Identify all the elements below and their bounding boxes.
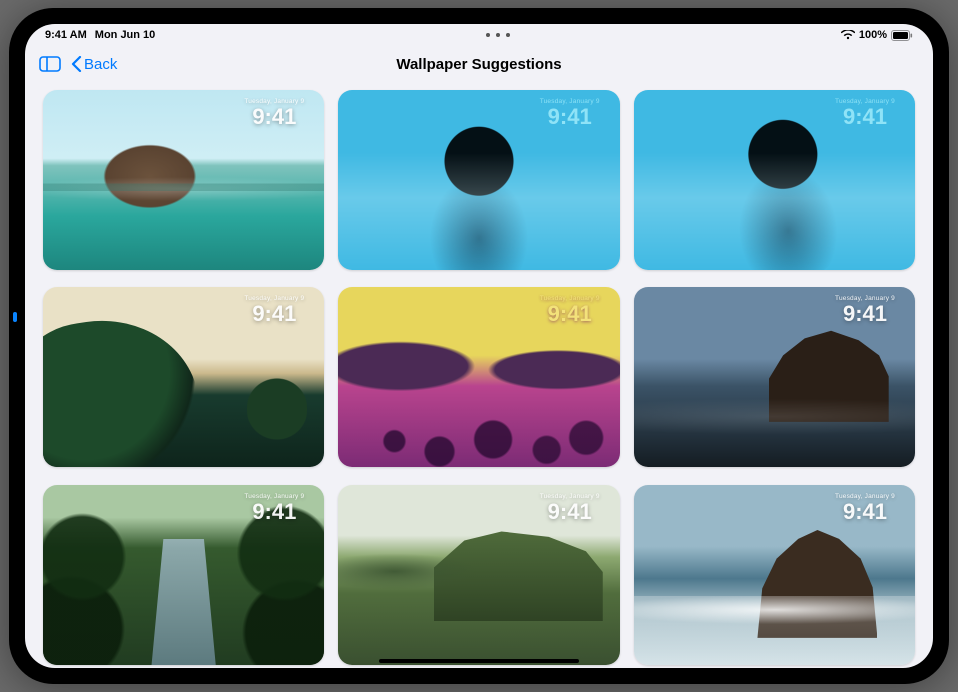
lockscreen-time: 9:41 [244, 501, 304, 523]
lockscreen-time: 9:41 [540, 501, 600, 523]
status-left: 9:41 AM Mon Jun 10 [45, 29, 155, 41]
wallpaper-tile-sea-stack-dark[interactable]: Tuesday, January 99:41 [634, 287, 915, 467]
lockscreen-clock-overlay: Tuesday, January 99:41 [244, 493, 304, 523]
lockscreen-clock-overlay: Tuesday, January 99:41 [540, 493, 600, 523]
home-indicator[interactable] [379, 659, 579, 663]
status-right: 100% [841, 29, 913, 41]
lockscreen-time: 9:41 [835, 501, 895, 523]
lockscreen-date: Tuesday, January 9 [244, 98, 304, 105]
lockscreen-date: Tuesday, January 9 [540, 493, 600, 500]
lockscreen-date: Tuesday, January 9 [540, 295, 600, 302]
lockscreen-time: 9:41 [540, 106, 600, 128]
lockscreen-date: Tuesday, January 9 [835, 98, 895, 105]
wallpaper-tile-highlands-cliff[interactable]: Tuesday, January 99:41 [338, 485, 619, 665]
page-title: Wallpaper Suggestions [25, 56, 933, 73]
screen: 9:41 AM Mon Jun 10 100% [25, 24, 933, 668]
lockscreen-clock-overlay: Tuesday, January 99:41 [835, 295, 895, 325]
lockscreen-date: Tuesday, January 9 [540, 98, 600, 105]
multitask-dots-icon[interactable] [486, 33, 510, 37]
nav-bar: Back Wallpaper Suggestions [25, 46, 933, 82]
back-button[interactable]: Back [71, 56, 117, 73]
lockscreen-time: 9:41 [540, 303, 600, 325]
wallpaper-tile-mountain-lagoon[interactable]: Tuesday, January 99:41 [43, 90, 324, 270]
wallpaper-tile-portrait-cyan-1[interactable]: Tuesday, January 99:41 [338, 90, 619, 270]
wallpaper-tile-sea-rock-surf[interactable]: Tuesday, January 99:41 [634, 485, 915, 665]
lockscreen-clock-overlay: Tuesday, January 99:41 [244, 295, 304, 325]
wallpaper-tile-portrait-cyan-2[interactable]: Tuesday, January 99:41 [634, 90, 915, 270]
lockscreen-date: Tuesday, January 9 [835, 295, 895, 302]
lockscreen-clock-overlay: Tuesday, January 99:41 [244, 98, 304, 128]
lockscreen-time: 9:41 [244, 106, 304, 128]
lockscreen-time: 9:41 [244, 303, 304, 325]
back-label: Back [84, 56, 117, 73]
wifi-icon [841, 30, 855, 40]
wallpaper-tile-beach-duotone[interactable]: Tuesday, January 99:41 [338, 287, 619, 467]
bezel-indicator [13, 312, 17, 322]
wallpaper-tile-jungle-stream[interactable]: Tuesday, January 99:41 [43, 485, 324, 665]
lockscreen-time: 9:41 [835, 303, 895, 325]
lockscreen-date: Tuesday, January 9 [835, 493, 895, 500]
chevron-left-icon [71, 56, 82, 72]
lockscreen-clock-overlay: Tuesday, January 99:41 [540, 295, 600, 325]
ipad-frame: 9:41 AM Mon Jun 10 100% [9, 8, 949, 684]
lockscreen-date: Tuesday, January 9 [244, 493, 304, 500]
lockscreen-time: 9:41 [835, 106, 895, 128]
lockscreen-clock-overlay: Tuesday, January 99:41 [835, 493, 895, 523]
lockscreen-clock-overlay: Tuesday, January 99:41 [835, 98, 895, 128]
wallpaper-grid: Tuesday, January 99:41Tuesday, January 9… [25, 82, 933, 668]
battery-percent: 100% [859, 29, 887, 41]
lockscreen-clock-overlay: Tuesday, January 99:41 [540, 98, 600, 128]
wallpaper-tile-cliff-greenery[interactable]: Tuesday, January 99:41 [43, 287, 324, 467]
status-time: 9:41 AM [45, 29, 87, 41]
battery-icon [891, 30, 913, 41]
lockscreen-date: Tuesday, January 9 [244, 295, 304, 302]
sidebar-toggle-button[interactable] [37, 54, 63, 74]
status-bar: 9:41 AM Mon Jun 10 100% [25, 24, 933, 46]
status-date: Mon Jun 10 [95, 29, 156, 41]
